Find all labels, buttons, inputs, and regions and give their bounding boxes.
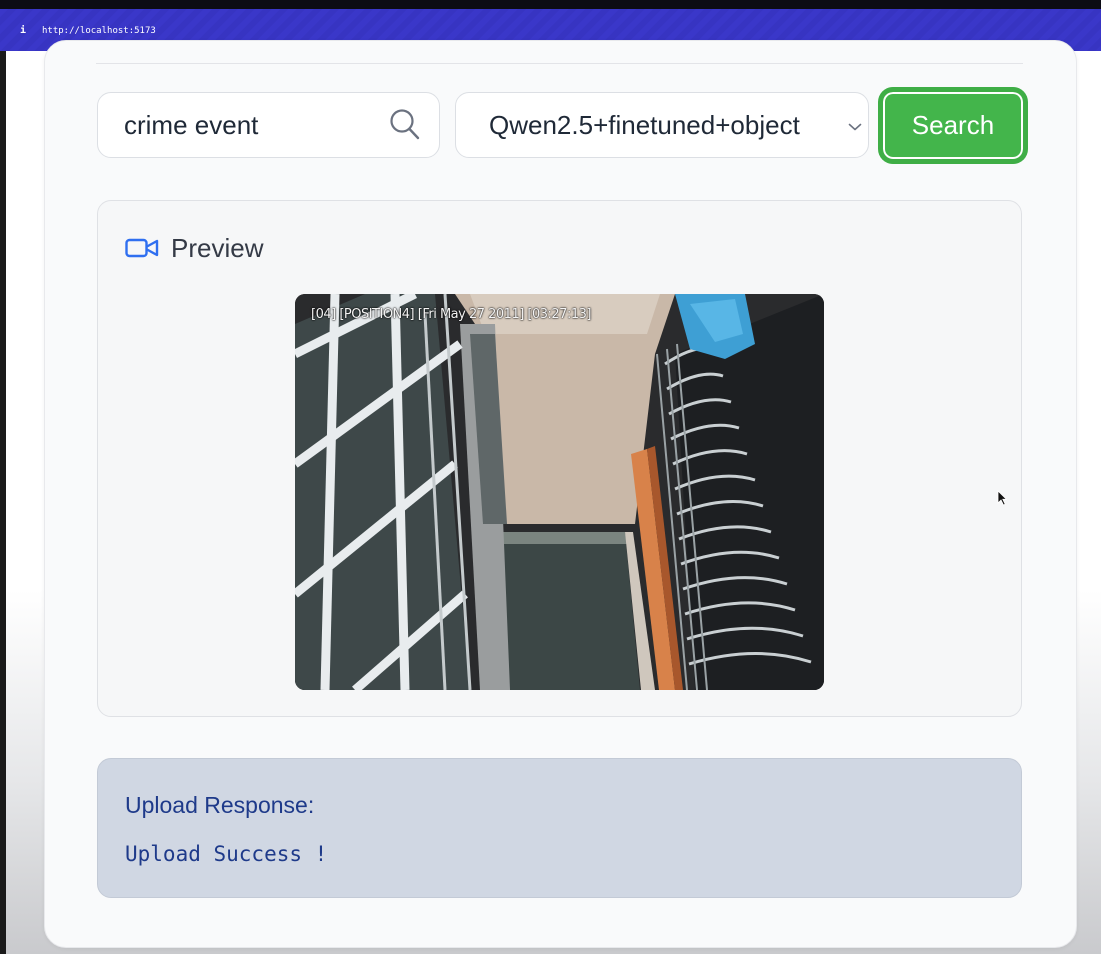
video-preview[interactable] [295, 294, 824, 690]
search-button[interactable]: Search [879, 88, 1027, 163]
upload-response-card [97, 758, 1022, 898]
search-input[interactable] [124, 105, 374, 145]
model-select-value: Qwen2.5+finetuned+object [489, 110, 800, 140]
divider [96, 63, 1023, 64]
search-icon[interactable] [389, 108, 421, 142]
upload-response-message: Upload Success ! [125, 842, 328, 866]
chevron-down-icon [848, 123, 862, 131]
mouse-cursor-icon [997, 490, 1007, 506]
window-edge [0, 51, 6, 954]
info-icon: i [20, 25, 27, 36]
video-frame [295, 294, 824, 690]
preview-title: Preview [171, 233, 264, 263]
upload-response-title: Upload Response: [125, 792, 315, 818]
video-camera-icon [125, 238, 159, 258]
url-text: http://localhost:5173 [42, 26, 156, 36]
video-timestamp-overlay: [04] [POSITION4] [Fri May 27 2011] [03:2… [311, 307, 591, 322]
